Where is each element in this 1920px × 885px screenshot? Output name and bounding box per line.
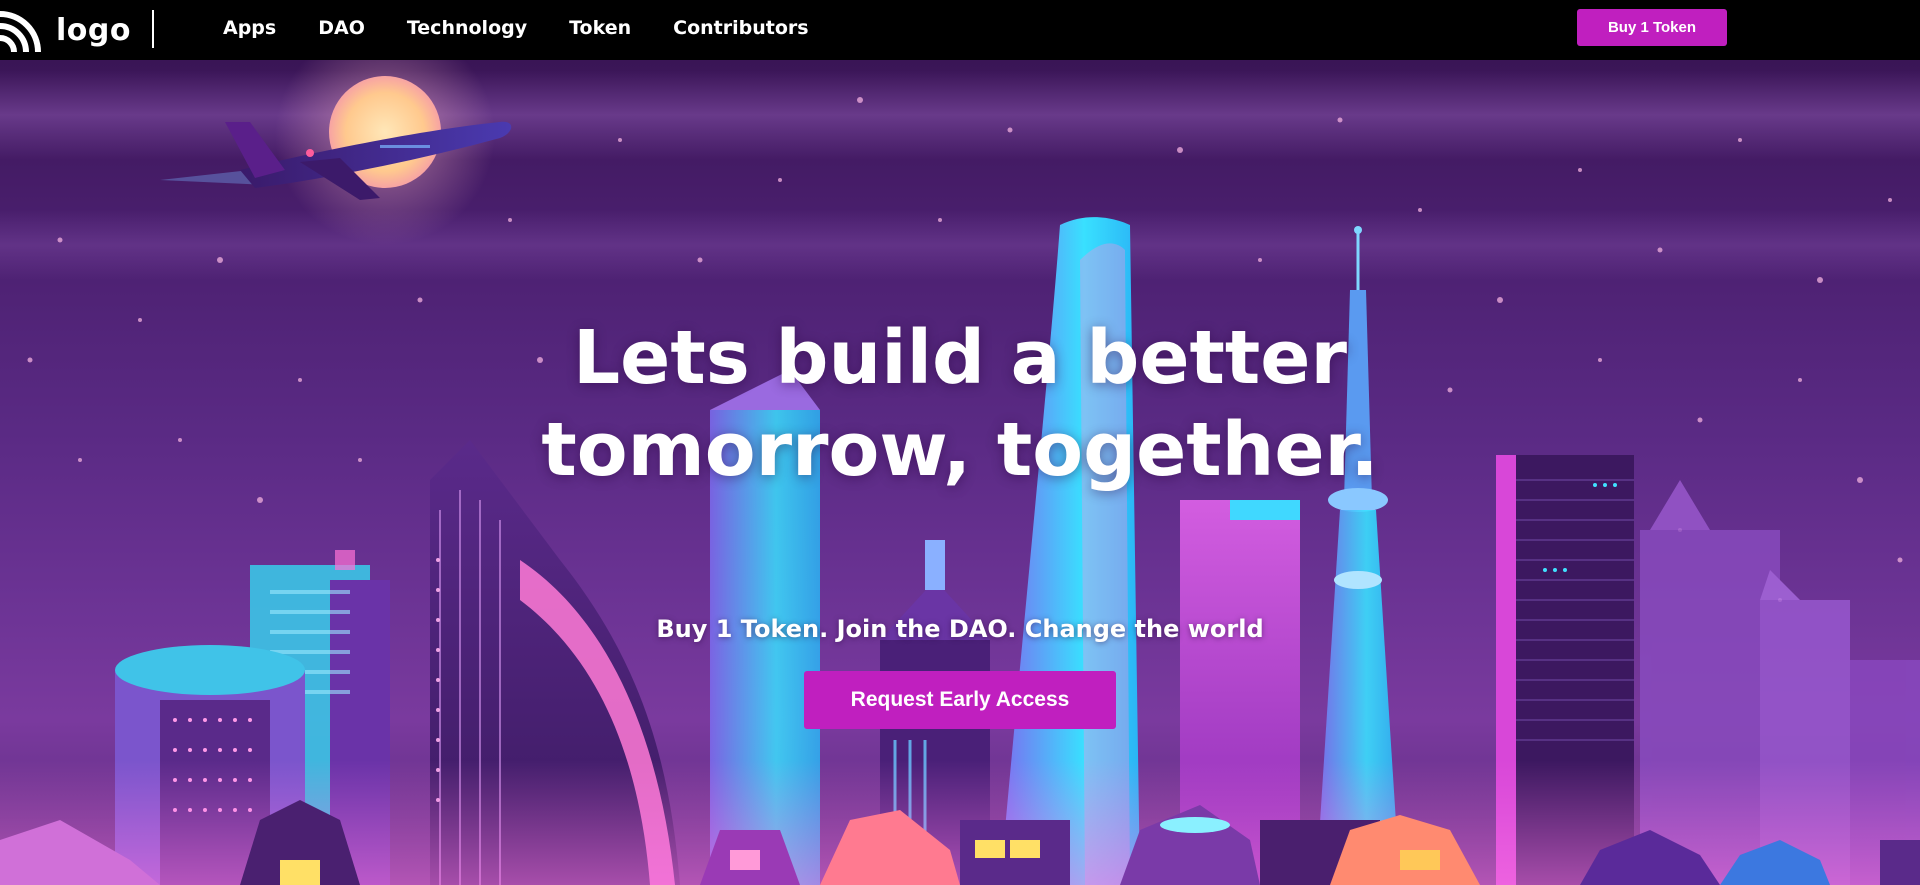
hero-subheadline: Buy 1 Token. Join the DAO. Change the wo… <box>656 615 1264 643</box>
main-nav: Apps DAO Technology Token Contributors <box>223 0 851 56</box>
nav-link-token[interactable]: Token <box>569 17 631 39</box>
nav-link-technology[interactable]: Technology <box>407 17 527 39</box>
buy-token-button[interactable]: Buy 1 Token <box>1577 9 1727 46</box>
logo-link[interactable]: logo <box>0 6 131 54</box>
logo-divider <box>152 10 154 48</box>
hero-section: Lets build a better tomorrow, together. … <box>0 60 1920 885</box>
headline-line-2: tomorrow, together. <box>541 407 1379 493</box>
wifi-arcs-logo-icon <box>0 11 41 52</box>
nav-link-contributors[interactable]: Contributors <box>673 17 808 39</box>
request-early-access-button[interactable]: Request Early Access <box>804 671 1116 729</box>
nav-link-dao[interactable]: DAO <box>318 17 365 39</box>
top-navbar: logo Apps DAO Technology Token Contribut… <box>0 0 1920 60</box>
logo-text: logo <box>56 12 131 48</box>
headline-line-1: Lets build a better <box>573 315 1347 401</box>
nav-link-apps[interactable]: Apps <box>223 17 276 39</box>
hero-headline: Lets build a better tomorrow, together. <box>460 312 1460 496</box>
